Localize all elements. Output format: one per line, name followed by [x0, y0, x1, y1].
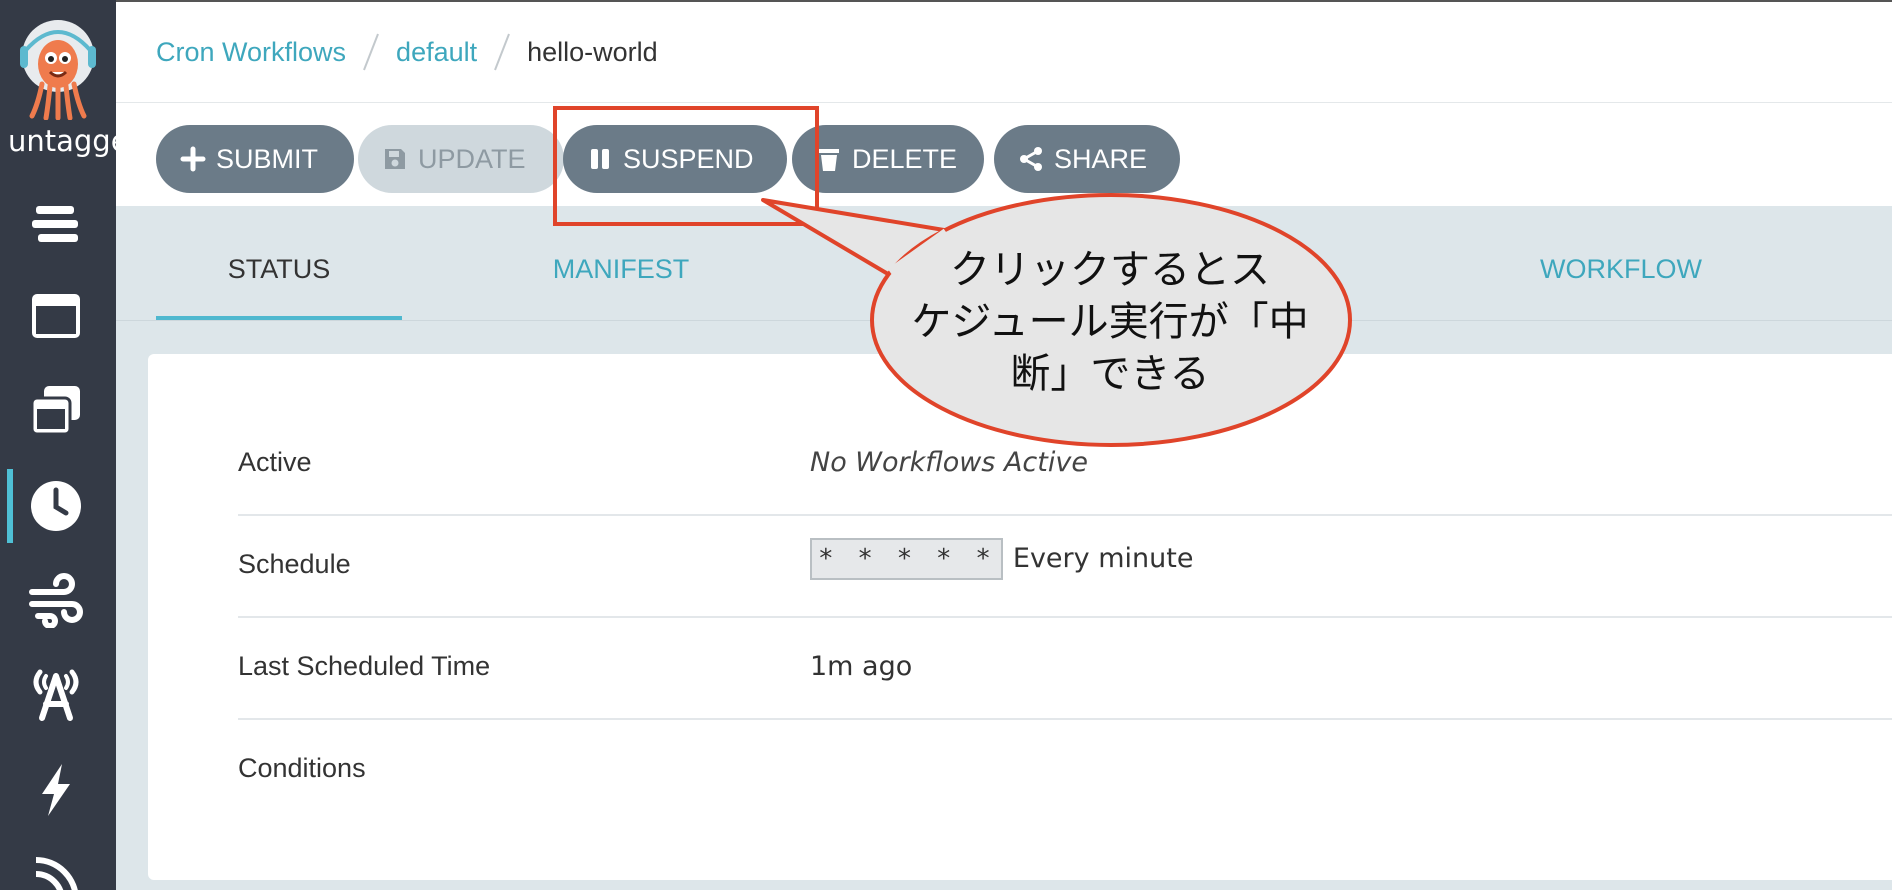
cron-expression: * * * * * [810, 538, 1003, 580]
update-button[interactable]: UPDATE [358, 125, 564, 193]
schedule-description: Every minute [1012, 543, 1194, 574]
window-icon[interactable] [28, 288, 84, 344]
detail-row-schedule: Schedule * * * * * Every minute [238, 516, 1892, 618]
breadcrumb-separator [494, 33, 511, 71]
conditions-label: Conditions [238, 753, 366, 783]
save-icon [385, 149, 405, 169]
breadcrumb: Cron Workflows default hello-world [156, 30, 658, 74]
callout-line-1: クリックするとス [950, 247, 1270, 293]
detail-row-last-scheduled: Last Scheduled Time 1m ago [238, 618, 1892, 720]
detail-row-conditions: Conditions [238, 720, 1892, 822]
last-scheduled-value: 1m ago [810, 651, 913, 682]
schedule-value: * * * * * Every minute [810, 538, 1193, 580]
submit-button[interactable]: SUBMIT [156, 125, 354, 193]
schedule-label: Schedule [238, 549, 351, 579]
detail-row-active: Active No Workflows Active [238, 414, 1892, 516]
share-button[interactable]: SHARE [994, 125, 1180, 193]
bars-icon[interactable] [28, 196, 84, 252]
last-scheduled-label: Last Scheduled Time [238, 651, 491, 681]
suspend-highlight-box [553, 106, 819, 226]
rss-icon[interactable] [28, 852, 84, 890]
action-toolbar: SUBMIT UPDATE SUSPEND DELETE SHARE [116, 102, 1892, 206]
breadcrumb-current: hello-world [527, 36, 658, 67]
breadcrumb-separator [363, 33, 379, 71]
tab-status[interactable]: STATUS [156, 254, 402, 285]
breadcrumb-namespace[interactable]: default [396, 37, 477, 68]
callout-text: クリックするとス ケジュール実行が「中 断」できる [900, 244, 1320, 400]
submit-label: SUBMIT [216, 143, 319, 174]
stacked-windows-icon[interactable] [28, 382, 84, 438]
update-label: UPDATE [418, 143, 526, 174]
active-label: Active [238, 447, 312, 477]
delete-label: DELETE [852, 143, 958, 174]
active-nav-indicator [7, 469, 13, 543]
delete-button[interactable]: DELETE [792, 125, 984, 193]
plus-icon [180, 146, 206, 172]
wind-icon[interactable] [28, 572, 84, 628]
trash-icon [819, 149, 839, 171]
top-bar: Cron Workflows default hello-world [116, 0, 1892, 102]
bolt-icon[interactable] [28, 762, 84, 818]
callout-line-3: 断」できる [1010, 351, 1210, 397]
breadcrumb-cron-workflows[interactable]: Cron Workflows [156, 37, 346, 68]
antenna-icon[interactable] [28, 666, 84, 722]
tab-manifest[interactable]: MANIFEST [496, 254, 746, 285]
share-icon [1020, 147, 1042, 171]
callout-line-2: ケジュール実行が「中 [911, 299, 1309, 345]
cron-details-card: Active No Workflows Active Schedule * * … [148, 354, 1892, 880]
namespace-label: untagged [8, 124, 116, 158]
tab-workflow[interactable]: WORKFLOW [1496, 254, 1746, 285]
sidebar: untagged [0, 0, 116, 890]
share-label: SHARE [1054, 143, 1148, 174]
active-value: No Workflows Active [810, 447, 1088, 478]
argo-logo[interactable] [18, 20, 98, 120]
clock-icon[interactable] [28, 478, 84, 534]
